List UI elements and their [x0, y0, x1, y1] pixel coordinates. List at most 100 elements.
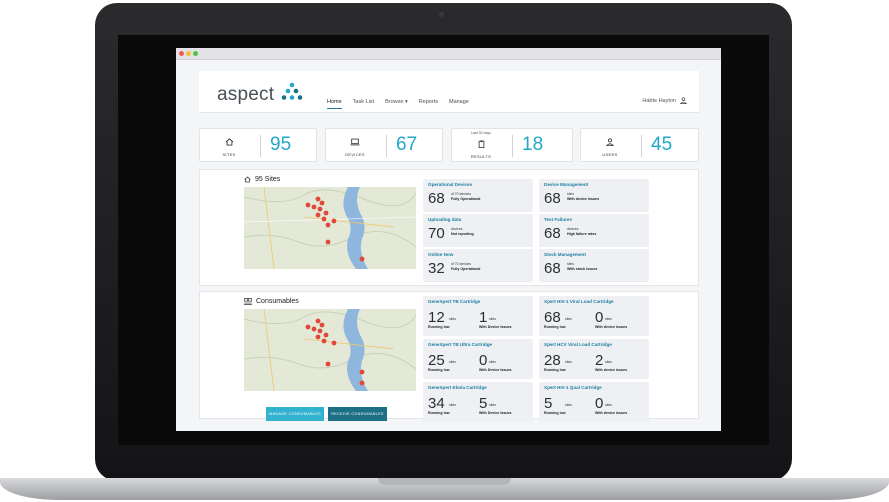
- card-operational-devices[interactable]: Operational Devices 68 of 70 devices Ful…: [423, 179, 533, 212]
- card-title: Uploading data: [428, 217, 462, 222]
- card-uploading-data[interactable]: Uploading data 70 devices Not reporting: [423, 214, 533, 247]
- nav-task-list[interactable]: Task List: [353, 99, 374, 109]
- card-sub: devices: [567, 227, 579, 231]
- nav-manage[interactable]: Manage: [449, 99, 469, 109]
- home-icon: [225, 138, 233, 146]
- stat-sites-icon-wrap: SITES: [200, 133, 258, 157]
- card-value-issues: 0: [479, 352, 488, 369]
- stat-users[interactable]: USERS 45: [580, 128, 699, 162]
- manage-consumables-button[interactable]: MANAGE CONSUMABLES: [266, 407, 324, 421]
- card-sub: sites: [567, 192, 574, 196]
- card-sub: sites: [565, 317, 572, 321]
- card-test-failures[interactable]: Test Failures 68 devices High failure ra…: [539, 214, 649, 247]
- stat-users-value: 45: [651, 134, 673, 155]
- card-title: Stock Management: [544, 252, 586, 257]
- card-sub: sites: [489, 360, 496, 364]
- divider: [641, 135, 642, 157]
- stat-results-label: RESULTS: [470, 154, 492, 159]
- card-title: Online Now: [428, 252, 454, 257]
- card-value-issues: 2: [595, 352, 604, 369]
- card-title: GeneXpert TB Ultra Cartridge: [428, 342, 493, 347]
- maximize-window-button[interactable]: [193, 51, 198, 56]
- card-desc: Fully Operational: [451, 266, 481, 271]
- card-value: 68: [544, 225, 561, 242]
- card-title: Test Failures: [544, 217, 572, 222]
- card-genexpert-tb[interactable]: GeneXpert TB Cartridge 12 sites Running …: [423, 296, 533, 336]
- divider: [512, 135, 513, 157]
- card-hiv1-viral-load[interactable]: Xpert HIV-1 Viral Load Cartridge 68 site…: [539, 296, 649, 336]
- sites-title-text: 95 Sites: [255, 176, 281, 183]
- card-value: 68: [428, 190, 445, 207]
- nav-home[interactable]: Home: [327, 99, 342, 109]
- sites-map[interactable]: [244, 187, 416, 269]
- card-value: 70: [428, 225, 445, 242]
- card-title: GeneXpert TB Cartridge: [428, 299, 481, 304]
- user-icon: [680, 97, 687, 104]
- stat-devices-label: DEVICES: [345, 152, 365, 157]
- card-sub: sites: [489, 403, 496, 407]
- card-value-low: 68: [544, 309, 561, 326]
- card-desc: Running low: [428, 411, 450, 415]
- card-desc: Running low: [544, 368, 566, 372]
- card-sub: sites: [449, 317, 456, 321]
- user-menu[interactable]: Habte Hayton: [642, 97, 687, 104]
- card-value-issues: 0: [595, 309, 604, 326]
- sites-panel: 95 Sites Operational Devices 68 of 70 de…: [199, 169, 699, 286]
- card-value-low: 28: [544, 352, 561, 369]
- card-value-issues: 1: [479, 309, 488, 326]
- card-desc: Running low: [544, 325, 566, 329]
- card-desc: High failure rates: [567, 231, 597, 236]
- stat-sites[interactable]: SITES 95: [199, 128, 317, 162]
- card-sub: sites: [605, 317, 612, 321]
- card-hiv1-qual[interactable]: Xpert HIV-1 Qual Cartridge 5 sites Runni…: [539, 382, 649, 422]
- card-desc: Running low: [544, 411, 566, 415]
- stat-results-value: 18: [522, 134, 544, 155]
- card-sub: sites: [489, 317, 496, 321]
- consumables-title-text: Consumables: [256, 298, 299, 305]
- stat-devices[interactable]: DEVICES 67: [325, 128, 443, 162]
- card-desc: Not reporting: [451, 231, 474, 236]
- card-sub: sites: [449, 360, 456, 364]
- card-value: 32: [428, 260, 445, 277]
- card-desc: With Device Issues: [479, 325, 512, 329]
- stat-sites-label: SITES: [222, 152, 236, 157]
- consumables-map[interactable]: [244, 309, 416, 391]
- nav-browse[interactable]: Browse ▾: [385, 99, 408, 109]
- card-stock-management[interactable]: Stock Management 68 sites With stock iss…: [539, 249, 649, 282]
- browser-bar: [176, 48, 721, 60]
- stat-results-icon-wrap: Last 30 days RESULTS: [452, 131, 510, 159]
- clipboard-icon: [478, 140, 484, 148]
- card-desc: With device issues: [595, 368, 628, 372]
- card-sub: devices: [451, 227, 463, 231]
- logo-icon: [281, 82, 303, 100]
- receive-consumables-button[interactable]: RECEIVE CONSUMABLES: [328, 407, 387, 421]
- card-genexpert-ebola[interactable]: GeneXpert Ebola Cartridge 34 sites Runni…: [423, 382, 533, 422]
- card-desc: With stock issues: [567, 266, 598, 271]
- card-genexpert-tb-ultra[interactable]: GeneXpert TB Ultra Cartridge 25 sites Ru…: [423, 339, 533, 379]
- stat-users-label: USERS: [602, 152, 618, 157]
- stat-devices-value: 67: [396, 134, 418, 155]
- close-window-button[interactable]: [179, 51, 184, 56]
- stat-results[interactable]: Last 30 days RESULTS 18: [451, 128, 573, 162]
- card-title: Xpert HIV-1 Viral Load Cartridge: [544, 299, 614, 304]
- card-sub: sites: [565, 403, 572, 407]
- divider: [386, 135, 387, 157]
- map-graphic: [244, 187, 416, 269]
- divider: [260, 135, 261, 157]
- card-device-management[interactable]: Device Management 68 sites With device i…: [539, 179, 649, 212]
- card-desc: With Device Issues: [479, 368, 512, 372]
- card-desc: With device issues: [595, 411, 628, 415]
- card-desc: Running low: [428, 325, 450, 329]
- laptop-icon: [350, 138, 360, 146]
- card-sub: of 70 devices: [451, 262, 471, 266]
- card-hcv-viral-load[interactable]: Xpert HCV Viral Load Cartridge 28 sites …: [539, 339, 649, 379]
- card-title: Xpert HIV-1 Qual Cartridge: [544, 385, 602, 390]
- card-value-issues: 0: [595, 395, 604, 412]
- boxes-icon: [244, 298, 252, 305]
- card-value-issues: 5: [479, 395, 488, 412]
- minimize-window-button[interactable]: [186, 51, 191, 56]
- camera: [439, 12, 444, 17]
- card-online-now[interactable]: Online Now 32 of 70 devices Fully Operat…: [423, 249, 533, 282]
- card-desc: With device issues: [567, 196, 600, 201]
- nav-reports[interactable]: Reports: [419, 99, 438, 109]
